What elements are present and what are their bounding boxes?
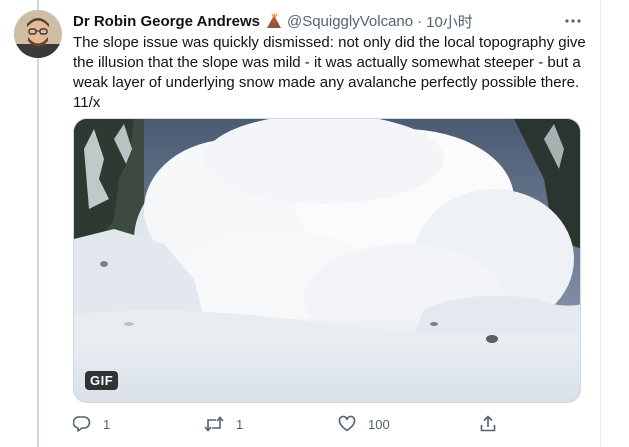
retweet-count: 1 [236, 416, 244, 432]
column-border [600, 0, 601, 447]
author-handle[interactable]: @SquigglyVolcano [287, 13, 413, 30]
reply-count: 1 [103, 416, 111, 432]
avatar-image [14, 10, 62, 58]
like-button[interactable]: 100 [338, 410, 390, 438]
reply-button[interactable]: 1 [73, 410, 110, 438]
reply-icon [73, 415, 91, 433]
thread-line [37, 0, 39, 447]
avalanche-image [74, 119, 580, 402]
separator-dot: · [417, 12, 423, 30]
like-count: 100 [368, 416, 390, 432]
tweet-media-gif[interactable]: GIF [73, 118, 581, 403]
gif-badge: GIF [85, 371, 119, 390]
avatar[interactable] [14, 10, 62, 58]
tweet-actions: 1 1 100 [73, 410, 573, 438]
tweet-text: The slope issue was quickly dismissed: n… [73, 34, 586, 111]
share-button[interactable] [479, 410, 497, 438]
more-options-icon[interactable] [564, 12, 582, 30]
retweet-button[interactable]: 1 [204, 410, 243, 438]
retweet-icon [204, 415, 224, 433]
volcano-icon [265, 13, 283, 29]
author-name[interactable]: Dr Robin George Andrews [73, 13, 260, 30]
tweet-time[interactable]: 10小时 [426, 11, 473, 32]
tweet-header: Dr Robin George Andrews @SquigglyVolcano… [73, 10, 589, 32]
share-icon [479, 415, 497, 433]
heart-icon [338, 415, 356, 433]
